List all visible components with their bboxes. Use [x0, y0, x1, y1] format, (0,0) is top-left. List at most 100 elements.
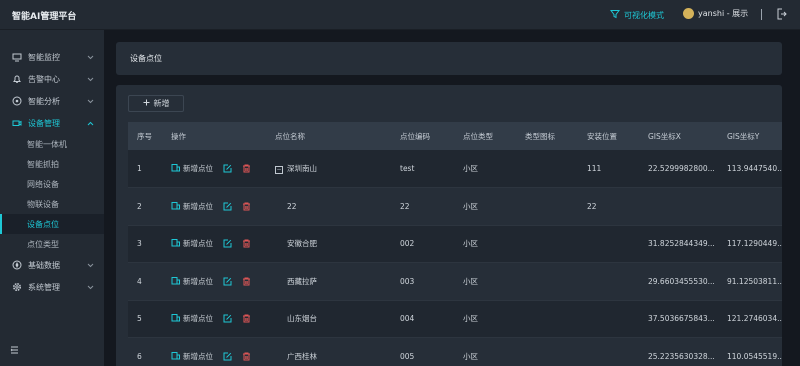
logout-icon[interactable] [776, 8, 787, 22]
add-point-button[interactable]: 新增点位 [171, 276, 213, 287]
sidebar-item-label: 智能监控 [28, 52, 60, 62]
add-point-label: 新增点位 [183, 201, 213, 211]
cell-install-location [578, 300, 639, 338]
add-point-label: 新增点位 [183, 314, 213, 324]
delete-icon[interactable] [242, 314, 251, 323]
viz-mode-label: 可视化模式 [624, 10, 664, 20]
chevron-down-icon [87, 261, 94, 270]
cell-operations: 新增点位 [162, 262, 266, 301]
cell-index: 4 [128, 262, 162, 301]
sidebar-item-device[interactable]: 设备管理 [0, 112, 104, 134]
cell-point-name: 广西桂林 [266, 337, 391, 366]
sidebar-subitem-iot-device[interactable]: 物联设备 [0, 194, 104, 214]
table-row[interactable]: 4 新增点位 西藏拉萨 003 小区 29.6603455530... 91.1250381… [128, 262, 782, 301]
edit-icon[interactable] [223, 352, 232, 361]
viz-mode-button[interactable]: 可视化模式 [610, 9, 664, 21]
column-header: 安装位置 [578, 122, 639, 150]
column-header: 类型图标 [516, 122, 578, 150]
add-point-button[interactable]: 新增点位 [171, 163, 213, 174]
point-name: 西藏拉萨 [287, 276, 317, 286]
top-bar: 智能AI管理平台 可视化模式 yanshi - 展示 [0, 0, 800, 30]
cell-point-type: 小区 [454, 225, 516, 263]
table-row[interactable]: 6 新增点位 广西桂林 005 小区 25.2235630328... 110.054551… [128, 337, 782, 366]
cell-gis-x: 37.5036675843... [639, 300, 718, 338]
collapse-tree-icon[interactable]: − [275, 166, 283, 174]
table-row[interactable]: 3 新增点位 安徽合肥 002 小区 31.8252844349... 117.129044… [128, 225, 782, 263]
point-name: 山东烟台 [287, 314, 317, 324]
delete-icon[interactable] [242, 352, 251, 361]
add-point-icon [171, 351, 180, 362]
collapse-sidebar-icon[interactable] [10, 346, 19, 356]
table-row[interactable]: 1 新增点位 − 深圳南山 test 小区 111 22.5299982800... 113.9… [128, 150, 782, 188]
target-icon [12, 260, 22, 270]
add-point-button[interactable]: 新增点位 [171, 238, 213, 249]
sidebar-item-label: 告警中心 [28, 74, 60, 84]
chevron-down-icon [87, 283, 94, 292]
sidebar-item-analysis[interactable]: 智能分析 [0, 90, 104, 112]
add-point-label: 新增点位 [183, 164, 213, 173]
user-menu[interactable]: yanshi - 展示 [683, 8, 748, 19]
sidebar-item-basic-data[interactable]: 基础数据 [0, 254, 104, 276]
cell-point-name: 安徽合肥 [266, 225, 391, 263]
delete-icon[interactable] [242, 164, 251, 173]
sidebar-subitem-network-device[interactable]: 网络设备 [0, 174, 104, 194]
cell-point-name: 山东烟台 [266, 300, 391, 338]
add-point-button[interactable]: 新增点位 [171, 201, 213, 212]
edit-icon[interactable] [223, 239, 232, 248]
cell-point-type: 小区 [454, 187, 516, 226]
cell-gis-x: 25.2235630328... [639, 337, 718, 366]
sidebar-subitem-device-point[interactable]: 设备点位 [0, 214, 104, 234]
cell-index: 5 [128, 300, 162, 338]
cell-install-location: 22 [578, 187, 639, 226]
cell-point-code: 22 [391, 187, 454, 226]
delete-icon[interactable] [242, 202, 251, 211]
cell-gis-x: 22.5299982800... [639, 150, 718, 188]
add-point-button[interactable]: 新增点位 [171, 351, 213, 362]
sidebar-item-label: 设备管理 [28, 118, 60, 128]
cell-type-icon [516, 262, 578, 301]
sidebar-subitem-capture[interactable]: 智能抓拍 [0, 154, 104, 174]
sidebar-subitem-ai-box[interactable]: 智能一体机 [0, 134, 104, 154]
cell-gis-y: 110.0545519... [718, 337, 782, 366]
add-point-icon [171, 201, 180, 212]
camera-icon [12, 118, 22, 128]
table-row[interactable]: 5 新增点位 山东烟台 004 小区 37.5036675843... 121.274603… [128, 300, 782, 338]
cell-index: 6 [128, 337, 162, 366]
sidebar-item-monitor[interactable]: 智能监控 [0, 46, 104, 68]
column-header: 点位类型 [454, 122, 516, 150]
edit-icon[interactable] [223, 277, 232, 286]
column-header: 点位名称 [266, 122, 391, 150]
cell-install-location [578, 262, 639, 301]
table-row[interactable]: 2 新增点位 22 22 小区 22 [128, 187, 782, 226]
cell-type-icon [516, 337, 578, 366]
cell-point-type: 小区 [454, 150, 516, 188]
column-header: 序号 [128, 122, 162, 150]
delete-icon[interactable] [242, 239, 251, 248]
add-button[interactable]: 新增 [128, 95, 184, 112]
delete-icon[interactable] [242, 277, 251, 286]
sidebar-item-label: 基础数据 [28, 260, 60, 270]
sidebar-item-label: 系统管理 [28, 282, 60, 292]
page-header: 设备点位 [116, 42, 782, 75]
add-point-label: 新增点位 [183, 351, 213, 361]
content-panel: 新增 序号 操作 点位名称 点位编码 点位类型 类型图标 安装位置 GIS坐标X… [116, 85, 782, 366]
sidebar-subitem-point-type[interactable]: 点位类型 [0, 234, 104, 254]
add-point-icon [171, 238, 180, 249]
cell-point-name: − 深圳南山 [266, 150, 391, 188]
table-header-row: 序号 操作 点位名称 点位编码 点位类型 类型图标 安装位置 GIS坐标X GI… [128, 122, 782, 150]
add-point-button[interactable]: 新增点位 [171, 313, 213, 324]
edit-icon[interactable] [223, 202, 232, 211]
bell-icon [12, 74, 22, 84]
funnel-icon [610, 9, 620, 21]
cell-point-name: 22 [266, 187, 391, 226]
cell-point-code: 003 [391, 262, 454, 301]
cell-gis-y [718, 187, 782, 226]
cell-index: 1 [128, 150, 162, 188]
edit-icon[interactable] [223, 164, 232, 173]
chevron-down-icon [87, 75, 94, 84]
point-name: 安徽合肥 [287, 239, 317, 249]
sidebar-item-alarm[interactable]: 告警中心 [0, 68, 104, 90]
edit-icon[interactable] [223, 314, 232, 323]
point-name: 22 [287, 201, 297, 211]
sidebar-item-system[interactable]: 系统管理 [0, 276, 104, 298]
